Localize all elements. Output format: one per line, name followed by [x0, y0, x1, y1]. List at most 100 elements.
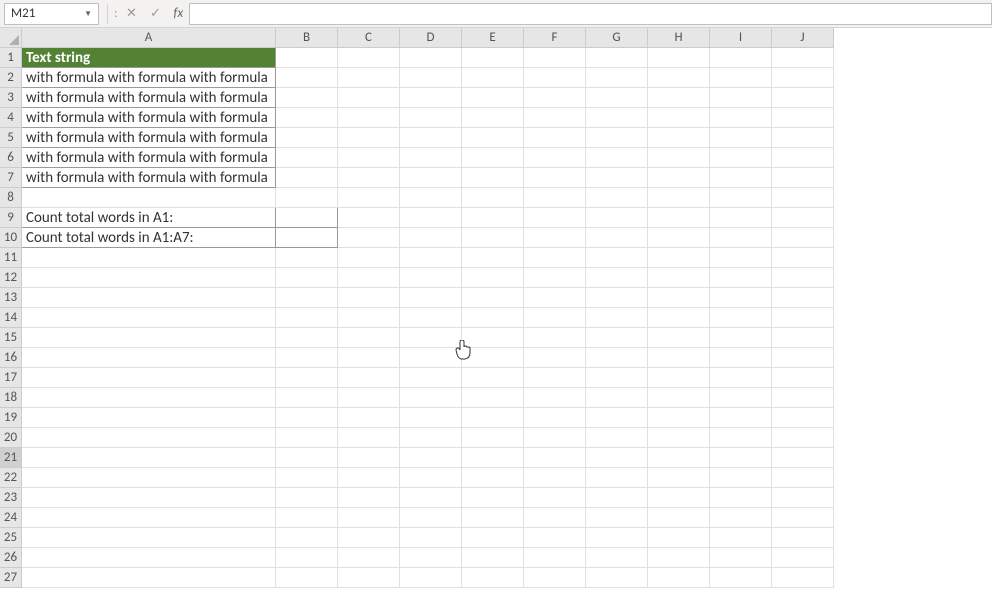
cell-f4[interactable]: [524, 108, 586, 128]
cell-f5[interactable]: [524, 128, 586, 148]
cell-b3[interactable]: [276, 88, 338, 108]
cell-d20[interactable]: [400, 428, 462, 448]
cell-e3[interactable]: [462, 88, 524, 108]
cell-g26[interactable]: [586, 548, 648, 568]
cell-g17[interactable]: [586, 368, 648, 388]
cell-a13[interactable]: [22, 288, 276, 308]
row-header-9[interactable]: 9: [0, 208, 22, 228]
col-header-g[interactable]: G: [586, 28, 648, 48]
cell-e19[interactable]: [462, 408, 524, 428]
col-header-d[interactable]: D: [400, 28, 462, 48]
row-header-13[interactable]: 13: [0, 288, 22, 308]
col-header-j[interactable]: J: [772, 28, 834, 48]
cell-e17[interactable]: [462, 368, 524, 388]
cell-j27[interactable]: [772, 568, 834, 588]
cell-j25[interactable]: [772, 528, 834, 548]
cell-j3[interactable]: [772, 88, 834, 108]
cell-c13[interactable]: [338, 288, 400, 308]
cell-b5[interactable]: [276, 128, 338, 148]
row-header-5[interactable]: 5: [0, 128, 22, 148]
cell-g20[interactable]: [586, 428, 648, 448]
cell-d4[interactable]: [400, 108, 462, 128]
cell-f15[interactable]: [524, 328, 586, 348]
cell-g9[interactable]: [586, 208, 648, 228]
cell-b2[interactable]: [276, 68, 338, 88]
cell-b7[interactable]: [276, 168, 338, 188]
cell-j13[interactable]: [772, 288, 834, 308]
cell-i1[interactable]: [710, 48, 772, 68]
cell-j17[interactable]: [772, 368, 834, 388]
cell-c8[interactable]: [338, 188, 400, 208]
col-header-f[interactable]: F: [524, 28, 586, 48]
cell-g3[interactable]: [586, 88, 648, 108]
cell-a27[interactable]: [22, 568, 276, 588]
confirm-formula-button[interactable]: ✓: [143, 3, 167, 25]
cell-b21[interactable]: [276, 448, 338, 468]
cell-b11[interactable]: [276, 248, 338, 268]
cell-e1[interactable]: [462, 48, 524, 68]
cell-a8[interactable]: [22, 188, 276, 208]
cell-j9[interactable]: [772, 208, 834, 228]
cell-d27[interactable]: [400, 568, 462, 588]
cell-a6[interactable]: with formula with formula with formula: [22, 148, 276, 168]
cell-e7[interactable]: [462, 168, 524, 188]
cell-b18[interactable]: [276, 388, 338, 408]
cell-f6[interactable]: [524, 148, 586, 168]
cell-e24[interactable]: [462, 508, 524, 528]
cell-a3[interactable]: with formula with formula with formula: [22, 88, 276, 108]
cell-j1[interactable]: [772, 48, 834, 68]
cell-f21[interactable]: [524, 448, 586, 468]
cell-d15[interactable]: [400, 328, 462, 348]
cell-j8[interactable]: [772, 188, 834, 208]
cell-j6[interactable]: [772, 148, 834, 168]
cell-c25[interactable]: [338, 528, 400, 548]
cell-c4[interactable]: [338, 108, 400, 128]
cell-b14[interactable]: [276, 308, 338, 328]
cell-c1[interactable]: [338, 48, 400, 68]
cell-i3[interactable]: [710, 88, 772, 108]
row-header-25[interactable]: 25: [0, 528, 22, 548]
row-header-7[interactable]: 7: [0, 168, 22, 188]
row-header-14[interactable]: 14: [0, 308, 22, 328]
cell-g21[interactable]: [586, 448, 648, 468]
cell-j22[interactable]: [772, 468, 834, 488]
cell-f12[interactable]: [524, 268, 586, 288]
row-header-8[interactable]: 8: [0, 188, 22, 208]
cell-f20[interactable]: [524, 428, 586, 448]
cell-d17[interactable]: [400, 368, 462, 388]
row-header-12[interactable]: 12: [0, 268, 22, 288]
cell-c16[interactable]: [338, 348, 400, 368]
cell-a4[interactable]: with formula with formula with formula: [22, 108, 276, 128]
cell-c26[interactable]: [338, 548, 400, 568]
cell-d1[interactable]: [400, 48, 462, 68]
col-header-i[interactable]: I: [710, 28, 772, 48]
col-header-a[interactable]: A: [22, 28, 276, 48]
cell-a19[interactable]: [22, 408, 276, 428]
cell-b26[interactable]: [276, 548, 338, 568]
cell-e4[interactable]: [462, 108, 524, 128]
cell-a11[interactable]: [22, 248, 276, 268]
col-header-b[interactable]: B: [276, 28, 338, 48]
cell-b4[interactable]: [276, 108, 338, 128]
cell-j15[interactable]: [772, 328, 834, 348]
row-header-20[interactable]: 20: [0, 428, 22, 448]
cell-d2[interactable]: [400, 68, 462, 88]
cell-g11[interactable]: [586, 248, 648, 268]
cell-e8[interactable]: [462, 188, 524, 208]
row-header-3[interactable]: 3: [0, 88, 22, 108]
cell-f13[interactable]: [524, 288, 586, 308]
row-header-10[interactable]: 10: [0, 228, 22, 248]
cell-f3[interactable]: [524, 88, 586, 108]
cell-e16[interactable]: [462, 348, 524, 368]
cell-d7[interactable]: [400, 168, 462, 188]
cell-i15[interactable]: [710, 328, 772, 348]
cell-c27[interactable]: [338, 568, 400, 588]
cell-i17[interactable]: [710, 368, 772, 388]
row-header-23[interactable]: 23: [0, 488, 22, 508]
cell-b10[interactable]: [276, 228, 338, 248]
cell-d10[interactable]: [400, 228, 462, 248]
cell-d23[interactable]: [400, 488, 462, 508]
cell-f24[interactable]: [524, 508, 586, 528]
cell-g16[interactable]: [586, 348, 648, 368]
cell-f11[interactable]: [524, 248, 586, 268]
